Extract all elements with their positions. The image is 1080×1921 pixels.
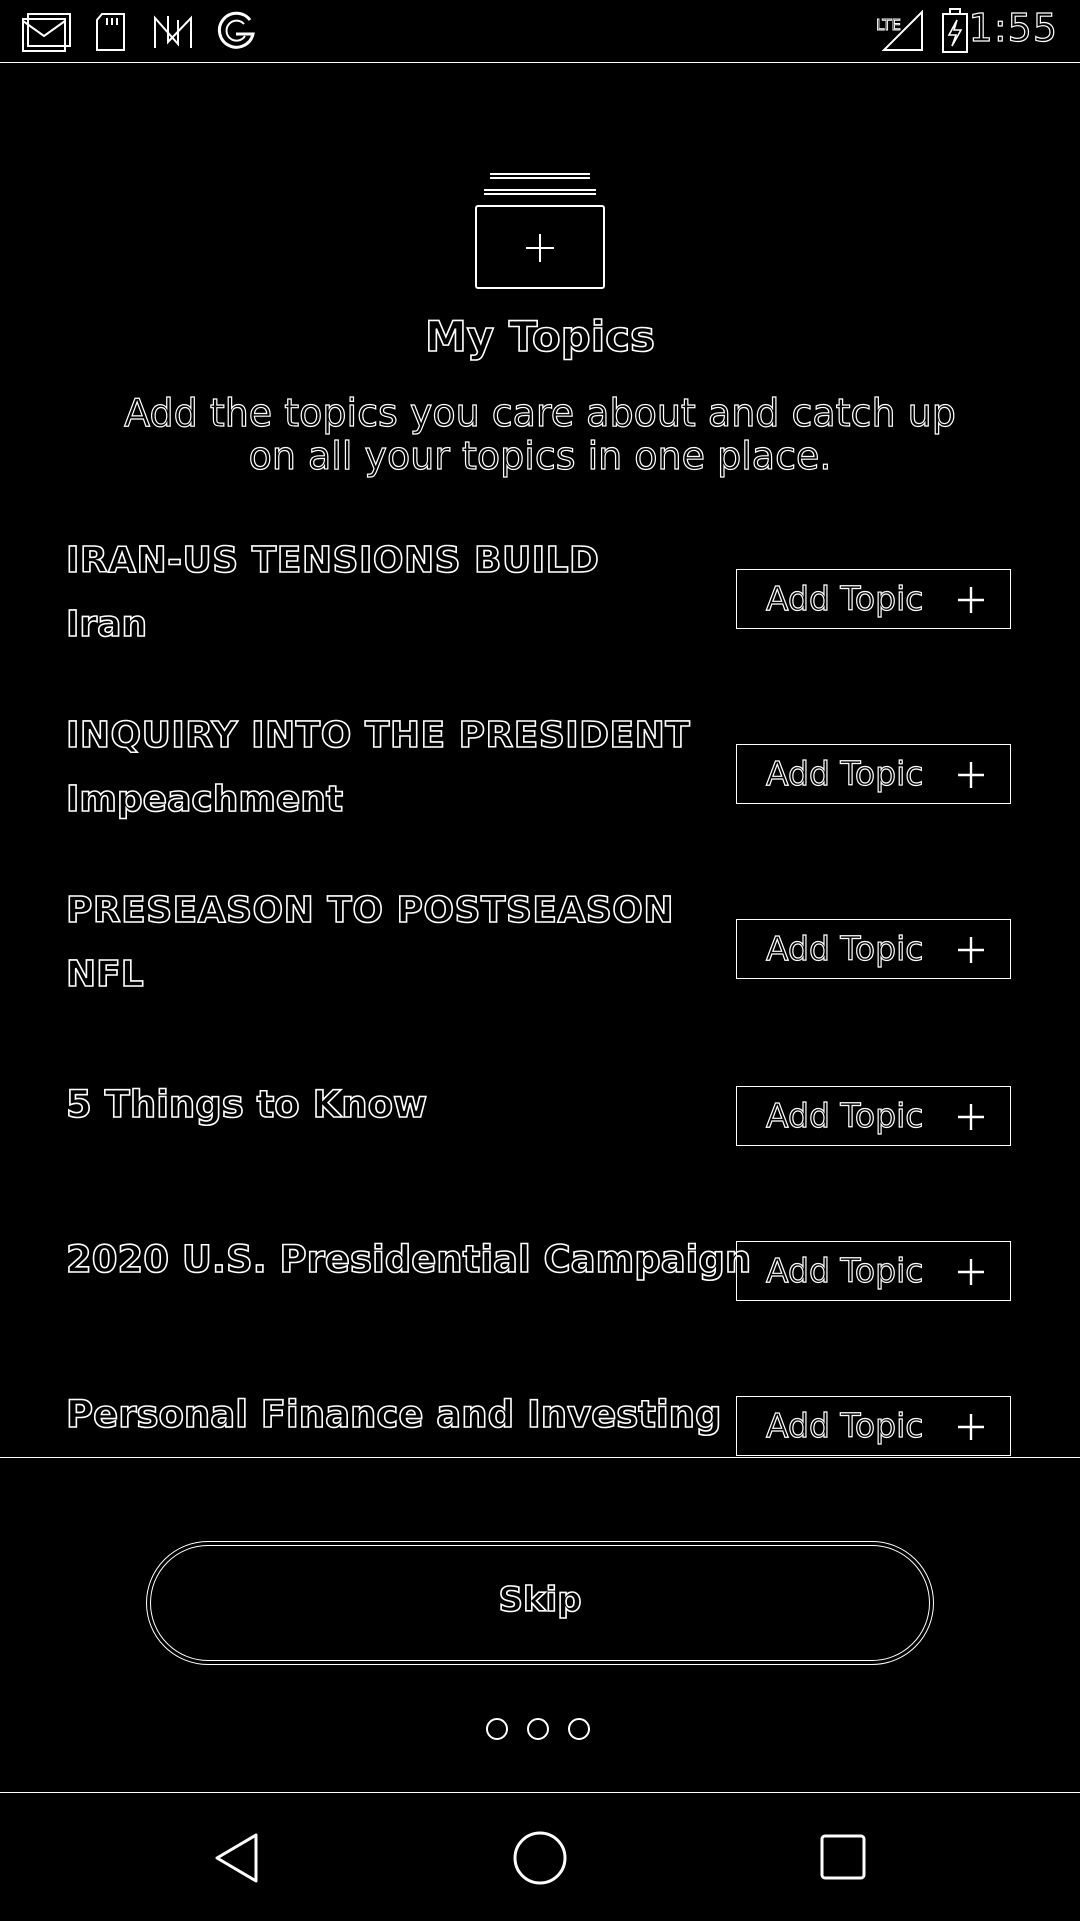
add-topic-button-label: Add Topic — [765, 578, 924, 618]
add-topic-button[interactable]: Add Topic — [736, 919, 1011, 979]
add-topic-button[interactable]: Add Topic — [736, 1086, 1011, 1146]
back-icon[interactable] — [212, 1831, 260, 1885]
page-dot-1 — [486, 1718, 508, 1740]
skip-button-label: Skip — [498, 1579, 583, 1621]
gmail-icon — [22, 13, 71, 52]
page-subtitle-line-2: on all your topics in one place. — [248, 434, 832, 478]
svg-text:LTE: LTE — [876, 16, 901, 34]
add-topic-button-label: Add Topic — [765, 1250, 924, 1290]
topic-kicker: PRESEASON TO POSTSEASON — [65, 889, 674, 932]
skip-button[interactable]: Skip — [146, 1541, 934, 1665]
list-divider — [0, 1457, 1080, 1458]
plus-icon — [958, 762, 984, 788]
home-icon[interactable] — [511, 1829, 569, 1887]
plus-icon — [958, 1259, 984, 1285]
topic-kicker: IRAN-US TENSIONS BUILD — [65, 540, 600, 582]
plus-icon — [958, 1414, 984, 1440]
google-icon — [217, 11, 255, 49]
page-indicator — [486, 1718, 596, 1746]
topic-list[interactable]: IRAN-US TENSIONS BUILD Iran Add Topic IN… — [0, 540, 1080, 1458]
nfc-icon — [154, 15, 192, 48]
plus-icon — [958, 1104, 984, 1130]
sd-card-icon — [96, 13, 125, 51]
add-topic-stack-icon — [475, 173, 605, 289]
status-time: 1:55 — [968, 5, 1058, 50]
add-topic-button-label: Add Topic — [765, 1405, 924, 1445]
topic-name: NFL — [65, 953, 144, 996]
topic-name: Personal Finance and Investing — [65, 1393, 722, 1437]
page-dot-3 — [568, 1718, 590, 1740]
add-topic-button-label: Add Topic — [765, 1095, 924, 1135]
add-topic-button-label: Add Topic — [765, 753, 924, 793]
add-topic-button[interactable]: Add Topic — [736, 569, 1011, 629]
page-subtitle: Add the topics you care about and catch … — [90, 391, 990, 478]
add-topic-button[interactable]: Add Topic — [736, 1396, 1011, 1456]
topic-name: 2020 U.S. Presidential Campaign — [65, 1238, 752, 1282]
recents-icon[interactable] — [819, 1833, 867, 1881]
plus-icon — [958, 587, 984, 613]
page-title: My Topics — [424, 311, 656, 362]
lte-signal-icon: LTE — [876, 10, 923, 51]
battery-charging-icon — [942, 8, 968, 53]
page-dot-2 — [527, 1718, 549, 1740]
plus-icon — [958, 937, 984, 963]
add-topic-button-label: Add Topic — [765, 928, 924, 968]
page-subtitle-line-1: Add the topics you care about and catch … — [124, 391, 957, 435]
add-topic-button[interactable]: Add Topic — [736, 744, 1011, 804]
navigation-bar — [0, 1792, 1080, 1921]
topic-name: 5 Things to Know — [65, 1083, 428, 1127]
topic-kicker: INQUIRY INTO THE PRESIDENT — [65, 714, 691, 757]
topic-name: Impeachment — [65, 778, 344, 821]
topic-name: Iran — [65, 603, 148, 646]
add-topic-button[interactable]: Add Topic — [736, 1241, 1011, 1301]
status-bar: LTE 1:55 — [0, 0, 1080, 63]
